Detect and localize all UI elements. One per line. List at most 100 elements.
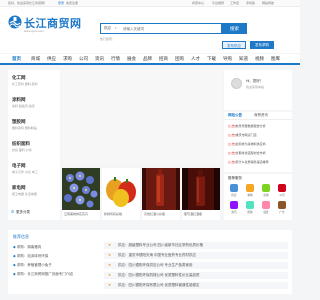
site-logo[interactable]: 长江商贸网 www.cjsm.com — [8, 15, 81, 33]
user-welcome: 欢迎来到本站 — [246, 85, 265, 89]
supply-list-item[interactable]: ★ 供应：四川德阳环保有限公司 优质塑料管道性能稳定 — [104, 282, 288, 289]
quick-item[interactable]: 展会 — [259, 201, 273, 214]
nav-item-brand[interactable]: 品牌 — [143, 56, 152, 62]
product-name: 葡萄酒红酒瓶 — [184, 212, 203, 216]
quick-label: 资讯 — [231, 211, 237, 214]
notice-tag: [公告] — [228, 124, 236, 128]
register-link[interactable]: 免费注册 — [66, 1, 78, 5]
top-link-3[interactable]: 手机版 — [246, 1, 255, 5]
notice-item[interactable]: [公告]长期寻找铝型材合作商 — [228, 151, 290, 155]
supply-list-item[interactable]: ★ 供应：超级塑料专业公司 四川省新华社区采购优质价格 — [104, 242, 288, 249]
category-item[interactable]: 家电网 厨卫电器 生活电器 — [12, 185, 37, 196]
category-item[interactable]: 电子网 电子元件 仪表 电工 — [12, 163, 38, 174]
category-item[interactable]: 化工网 化工原料 塑料 颜料 — [12, 75, 38, 86]
publish-buy-button[interactable]: 发布求购 — [250, 41, 274, 49]
quick-item[interactable]: 供应 — [227, 184, 241, 197]
supply-list-item[interactable]: ★ 供应：四川德阳环保机械公司 优质塑料性价比高品质 — [104, 272, 288, 279]
category-subs: 纺织 面料 纱线 — [12, 148, 32, 152]
search-button[interactable]: 搜索 — [222, 23, 247, 34]
top-link-1[interactable]: 平台规则 — [212, 1, 224, 5]
category-title: 涂料网 — [12, 97, 26, 102]
user-panel: Hi，您好！ 欢迎来到本站 — [224, 70, 292, 110]
category-title: 化工网 — [12, 75, 26, 80]
supply-list-item[interactable]: ★ 供应：四川德阳环保供应公司 专业生产各类家用 — [104, 262, 288, 269]
news-icon — [230, 201, 238, 209]
nav-item-photo[interactable]: 图库 — [271, 56, 280, 62]
notice-item[interactable]: [公告]有什么优质销售渠道推荐 — [228, 160, 290, 164]
logo-icon — [8, 15, 22, 29]
top-link-0[interactable]: 商家中心 — [192, 1, 204, 5]
search-input[interactable] — [123, 25, 203, 33]
category-title: 电子网 — [12, 163, 26, 168]
buy-list-item[interactable]: ◆求购：养殖管理小兔子 — [13, 263, 52, 268]
notice-tag: [公告] — [228, 151, 236, 155]
buy-item-text: 求购：泡沫砖块环保 — [16, 254, 49, 258]
buy-list-item[interactable]: ◆求购：长江商贸网推广页面专门介绍 — [13, 272, 73, 277]
nav-item-mall[interactable]: 商城 — [31, 56, 40, 62]
nav-item-invest[interactable]: 招商 — [159, 56, 168, 62]
wine-bottle-image — [142, 168, 180, 210]
more-categories-link[interactable]: 更多分类 — [16, 210, 30, 215]
star-icon: ★ — [108, 283, 112, 287]
buy-list-item[interactable]: ◆求购：泡沫砖块环保 — [13, 254, 48, 259]
nav-item-buy[interactable]: 求购 — [63, 56, 72, 62]
nav-item-company[interactable]: 公司 — [79, 56, 88, 62]
login-link[interactable]: 登录 — [58, 1, 64, 5]
quick-item[interactable]: 资讯 — [227, 201, 241, 214]
nav-item-expo[interactable]: 展会 — [127, 56, 136, 62]
product-card[interactable]: 云南美味鲜花花卉 — [62, 168, 100, 220]
category-title: 家电网 — [12, 185, 26, 190]
quick-item[interactable]: 团购 — [243, 201, 257, 214]
category-item[interactable]: 涂料网 涂料 胶粘剂 油墨 — [12, 97, 35, 108]
quick-item[interactable]: 求购 — [243, 184, 257, 197]
category-subs: 涂料 胶粘剂 油墨 — [12, 104, 35, 108]
nav-item-download[interactable]: 下载 — [207, 56, 216, 62]
category-item[interactable]: 纺织面料 纺织 面料 纱线 — [12, 141, 32, 152]
nav-item-news[interactable]: 资讯 — [95, 56, 104, 62]
main-nav: 首页 商城 供应 求购 公司 资讯 行情 展会 品牌 招商 团购 人才 下载 导… — [0, 54, 300, 65]
category-subs: 电子元件 仪表 电工 — [12, 170, 38, 174]
expo-icon — [262, 201, 270, 209]
notice-text: 如何成为某物料供应商 — [235, 142, 266, 146]
nav-item-supply[interactable]: 供应 — [47, 56, 56, 62]
nav-item-know[interactable]: 知道 — [239, 56, 248, 62]
product-card[interactable]: 高档红酒小彩瓶 — [142, 168, 180, 220]
search-type-select[interactable]: 供应 — [104, 26, 111, 31]
ad-icon — [278, 201, 286, 209]
nav-item-guide[interactable]: 导购 — [223, 56, 232, 62]
tab-notice[interactable]: 网站公告 — [228, 113, 242, 118]
quick-label: 广告 — [279, 211, 285, 214]
company-icon — [278, 184, 286, 192]
nav-item-home[interactable]: 首页 — [12, 56, 21, 62]
category-title: 塑胶网 — [12, 119, 26, 124]
quick-label: 供应 — [231, 194, 237, 197]
buy-list-item[interactable]: ◆求购：湖南猪肉 — [13, 245, 41, 250]
product-card[interactable]: 新鲜有机彩椒 — [102, 168, 140, 220]
publish-supply-button[interactable]: 发布供应 — [222, 41, 246, 49]
nav-item-video[interactable]: 视频 — [255, 56, 264, 62]
bullet-icon: ◆ — [13, 245, 16, 249]
supply-list-item[interactable]: ★ 供应：重庆市德阳天海 中国专业医药专业药材供应 — [104, 252, 288, 259]
supply-item-text: 供应：重庆市德阳天海 中国专业医药专业药材供应 — [118, 253, 196, 257]
top-link-4[interactable]: 网站导航 — [262, 1, 274, 5]
notice-item[interactable]: [公告]重庆市网点门店 — [228, 133, 290, 137]
notice-item[interactable]: [公告]如何成为某物料供应商 — [228, 142, 290, 146]
nav-item-group[interactable]: 团购 — [175, 56, 184, 62]
nav-item-talent[interactable]: 人才 — [191, 56, 200, 62]
tab-news[interactable]: 商贸资讯 — [254, 113, 268, 118]
notice-item[interactable]: [公告]前景增量数据报告分析 — [228, 124, 290, 128]
category-item[interactable]: 塑胶网 塑料原料 塑料制品 — [12, 119, 37, 130]
nav-item-market[interactable]: 行情 — [111, 56, 120, 62]
quick-item[interactable]: 商城 — [259, 184, 273, 197]
product-name: 新鲜有机彩椒 — [104, 212, 123, 216]
header: 长江商贸网 www.cjsm.com 供应 ▾ 搜索 热门搜索： 发布供应 发布… — [0, 7, 300, 53]
quick-item[interactable]: 公司 — [275, 184, 289, 197]
star-icon: ★ — [108, 263, 112, 267]
quick-label: 团购 — [247, 211, 253, 214]
mall-icon — [262, 184, 270, 192]
quick-item[interactable]: 广告 — [275, 201, 289, 214]
search-box: 供应 ▾ — [100, 23, 222, 34]
top-link-2[interactable]: 工作室 — [230, 1, 239, 5]
product-card[interactable]: 葡萄酒红酒瓶 — [182, 168, 220, 220]
buy-item-text: 求购：湖南猪肉 — [16, 245, 42, 249]
